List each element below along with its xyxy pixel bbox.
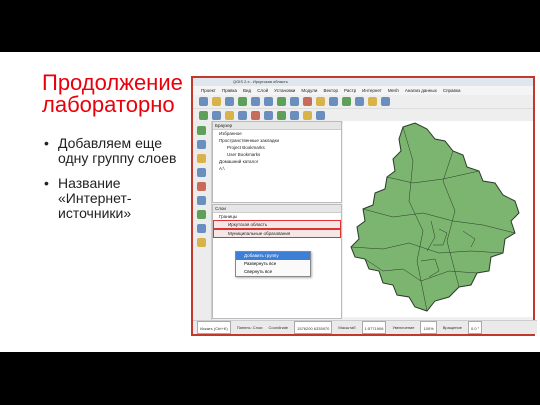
attribute-table-icon[interactable] — [355, 97, 364, 106]
add-delimited-text-icon[interactable] — [225, 111, 234, 120]
rotation-field[interactable]: 0.0 ° — [467, 321, 483, 334]
browser-item[interactable]: Пространственные закладки — [213, 137, 341, 144]
menu-item[interactable]: Анализ данных — [405, 86, 437, 95]
locator-search[interactable]: Искать (Ctrl+K) — [197, 321, 231, 334]
browser-panel: Браузер Избранное Пространственные закла… — [212, 121, 342, 203]
menu-bar: Проект Правка Вид Слой Установки Модули … — [193, 86, 533, 95]
edit-icon[interactable] — [251, 111, 260, 120]
browser-item[interactable]: A:\ — [213, 165, 341, 172]
add-vector-layer-icon[interactable] — [199, 111, 208, 120]
postgis-tool-icon[interactable] — [197, 210, 206, 219]
zoom-in-icon[interactable] — [251, 97, 260, 106]
pan-icon[interactable] — [238, 97, 247, 106]
context-menu-item-collapse-all[interactable]: Свернуть все — [236, 268, 310, 276]
menu-item[interactable]: Модули — [301, 86, 317, 95]
window-title: QGIS 2.x - Иркутская область — [193, 78, 533, 86]
refresh-icon[interactable] — [303, 97, 312, 106]
magnifier-label: Увеличение — [392, 325, 415, 330]
redo-icon[interactable] — [316, 111, 325, 120]
select-icon[interactable] — [329, 97, 338, 106]
label-icon[interactable] — [368, 97, 377, 106]
status-bar: Искать (Ctrl+K) Панель: Слои Coordinate … — [193, 320, 537, 334]
undo-icon[interactable] — [303, 111, 312, 120]
python-console-icon[interactable] — [381, 97, 390, 106]
new-project-icon[interactable] — [199, 97, 208, 106]
coordinate-label: Coordinate — [268, 325, 289, 330]
database-tool-icon[interactable] — [197, 154, 206, 163]
toolbar-1 — [193, 95, 533, 109]
context-menu-item-add-group[interactable]: Добавить группу — [236, 252, 310, 260]
irkutsk-region-shape — [350, 122, 520, 312]
bullet-list: Добавляем еще одну группу слоев Название… — [42, 136, 182, 231]
menu-item[interactable]: Проект — [201, 86, 216, 95]
menu-item[interactable]: Интернет — [362, 86, 382, 95]
zoom-full-icon[interactable] — [277, 97, 286, 106]
browser-item[interactable]: Домашний каталог — [213, 158, 341, 165]
bullet-item: Добавляем еще одну группу слоев — [42, 136, 182, 166]
region-map — [350, 122, 520, 312]
menu-item[interactable]: Установки — [274, 86, 295, 95]
browser-panel-title: Браузер — [213, 122, 341, 130]
menu-item[interactable]: Вид — [243, 86, 251, 95]
open-project-icon[interactable] — [212, 97, 221, 106]
bullet-item: Название «Интернет-источники» — [42, 176, 182, 221]
menu-item[interactable]: Mesh — [388, 86, 399, 95]
browser-item[interactable]: User Bookmarks — [213, 151, 341, 158]
zoom-out-icon[interactable] — [264, 97, 273, 106]
menu-item[interactable]: Справка — [443, 86, 461, 95]
add-feature-icon[interactable] — [277, 111, 286, 120]
spatialite-tool-icon[interactable] — [197, 196, 206, 205]
vector-tool-icon[interactable] — [197, 126, 206, 135]
virtual-layer-icon[interactable] — [197, 238, 206, 247]
qgis-screenshot: QGIS 2.x - Иркутская область Проект Прав… — [191, 76, 537, 336]
menu-item[interactable]: Правка — [222, 86, 237, 95]
slide-title: Продолжение лабораторно — [42, 70, 183, 117]
csv-tool-icon[interactable] — [197, 224, 206, 233]
identify-icon[interactable] — [316, 97, 325, 106]
zoom-layer-icon[interactable] — [290, 97, 299, 106]
digitize-icon[interactable] — [238, 111, 247, 120]
delete-feature-icon[interactable] — [290, 111, 299, 120]
menu-item[interactable]: Слой — [257, 86, 268, 95]
rotation-label: Вращение — [442, 325, 462, 330]
scale-field[interactable]: 1:5771906 — [361, 321, 387, 334]
node-tool-icon[interactable] — [264, 111, 273, 120]
layer-group[interactable]: Границы — [213, 213, 341, 220]
menu-item[interactable]: Вектор — [323, 86, 338, 95]
measure-icon[interactable] — [342, 97, 351, 106]
save-project-icon[interactable] — [225, 97, 234, 106]
add-raster-layer-icon[interactable] — [212, 111, 221, 120]
slide: Продолжение лабораторно Добавляем еще од… — [0, 52, 540, 352]
status-legend: Панель: Слои — [236, 325, 263, 330]
scale-label: Масштаб — [338, 325, 356, 330]
browser-item[interactable]: Избранное — [213, 130, 341, 137]
menu-item[interactable]: Растр — [344, 86, 356, 95]
raster-tool-icon[interactable] — [197, 140, 206, 149]
context-menu-item-expand-all[interactable]: Развернуть все — [236, 260, 310, 268]
left-toolbar — [193, 121, 212, 331]
context-menu: Добавить группу Развернуть все Свернуть … — [235, 251, 311, 277]
layer-item[interactable]: Муниципальные образования — [213, 229, 341, 238]
layers-panel-title: Слои — [213, 205, 341, 213]
layer-item[interactable]: Иркутская область — [213, 220, 341, 229]
coordinate-field[interactable]: 1576200 6335970 — [294, 321, 333, 334]
map-canvas[interactable] — [343, 121, 533, 317]
browser-item[interactable]: Project Bookmarks — [213, 144, 341, 151]
magnifier-field[interactable]: 100% — [420, 321, 437, 334]
wfs-tool-icon[interactable] — [197, 182, 206, 191]
wms-tool-icon[interactable] — [197, 168, 206, 177]
